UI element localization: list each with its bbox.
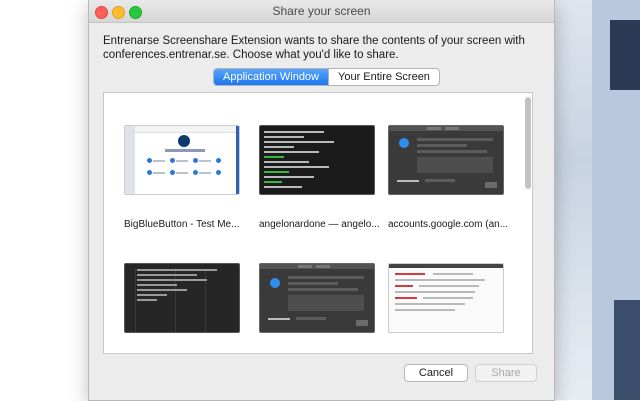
window-thumbnail-grid: BigBlueButton - Test Me... angelonardone…	[103, 92, 533, 354]
tab-entire-screen[interactable]: Your Entire Screen	[328, 69, 439, 85]
dialog-title: Share your screen	[272, 4, 371, 18]
permission-message-line-2: conferences.entrenar.se. Choose what you…	[103, 49, 399, 61]
terminal-thumbnail	[259, 125, 375, 195]
desktop-background	[552, 0, 640, 400]
webpage-thumbnail	[388, 263, 504, 333]
title-bar: Share your screen	[89, 0, 554, 23]
settings-dialog-thumbnail	[388, 125, 504, 195]
window-label: accounts.google.com (an...	[388, 219, 508, 230]
window-label: angelonardone — angelo...	[259, 219, 379, 230]
permission-message-line-1: Entrenarse Screenshare Extension wants t…	[103, 35, 525, 47]
permission-message: Entrenarse Screenshare Extension wants t…	[103, 34, 543, 62]
share-source-segmented-control: Application Window Your Entire Screen	[213, 68, 440, 86]
background-shape	[614, 300, 640, 400]
bigbluebutton-thumbnail	[124, 125, 240, 195]
cancel-button[interactable]: Cancel	[404, 364, 468, 382]
share-button[interactable]: Share	[475, 364, 537, 382]
share-screen-dialog: Share your screen Entrenarse Screenshare…	[88, 0, 555, 401]
list-app-thumbnail	[124, 263, 240, 333]
settings-dialog-thumbnail	[259, 263, 375, 333]
window-label: BigBlueButton - Test Me...	[124, 219, 240, 230]
grid-scrollbar[interactable]	[525, 97, 531, 189]
background-shape	[610, 20, 640, 90]
tab-application-window[interactable]: Application Window	[214, 69, 328, 85]
